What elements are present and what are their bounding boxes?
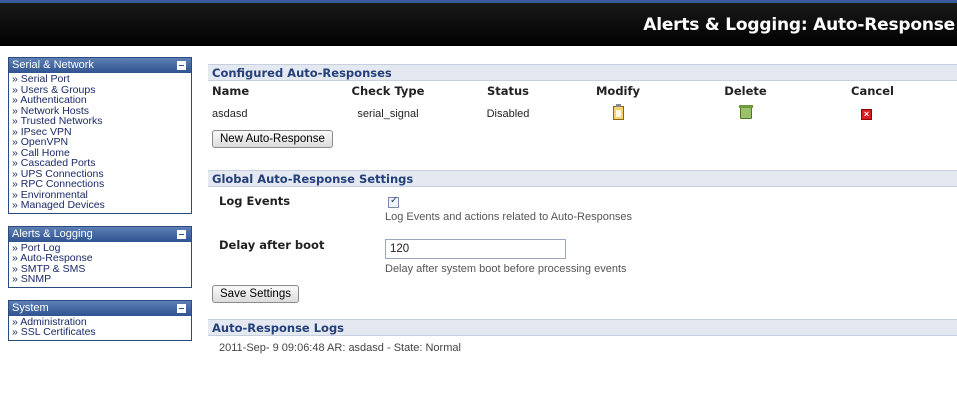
top-banner: Alerts & Logging: Auto-Response <box>0 0 957 46</box>
sidebar-item-cascaded-ports[interactable]: Cascaded Ports <box>12 158 188 169</box>
cell-status: Disabled <box>486 108 530 120</box>
log-list: 2011-Sep- 9 09:06:48 AR: asdasd - State:… <box>208 336 957 356</box>
sidebar-item-serial-port[interactable]: Serial Port <box>12 74 188 85</box>
collapse-icon[interactable] <box>177 229 186 239</box>
sidebar-item-auto-response[interactable]: Auto-Response <box>12 253 188 264</box>
trash-icon[interactable] <box>738 104 753 119</box>
nav-section-title: System <box>12 301 49 314</box>
nav-section-title: Alerts & Logging <box>12 227 93 240</box>
auto-response-table: Name Check Type Status Modify Delete Can… <box>208 81 957 127</box>
table-row: asdasd serial_signal Disabled × <box>208 101 957 127</box>
nav-section-header[interactable]: Serial & Network <box>9 58 191 73</box>
sidebar: Serial & Network Serial Port Users & Gro… <box>8 57 192 353</box>
nav-section-alerts-logging: Alerts & Logging Port Log Auto-Response … <box>8 225 192 288</box>
modify-icon[interactable] <box>612 103 624 120</box>
nav-section-header[interactable]: Alerts & Logging <box>9 226 191 242</box>
nav-section-header[interactable]: System <box>9 300 191 316</box>
cell-name: asdasd <box>212 108 248 120</box>
collapse-icon[interactable] <box>177 61 186 70</box>
delay-after-boot-input[interactable]: 120 <box>385 239 566 259</box>
sidebar-item-rpc-connections[interactable]: RPC Connections <box>12 179 188 190</box>
page-title: Alerts & Logging: Auto-Response <box>643 15 955 35</box>
sidebar-item-managed-devices[interactable]: Managed Devices <box>12 200 188 211</box>
delay-after-boot-description: Delay after system boot before processin… <box>385 263 627 275</box>
column-header-status: Status <box>486 84 530 98</box>
column-header-modify: Modify <box>595 84 641 98</box>
sidebar-item-ssl-certificates[interactable]: SSL Certificates <box>12 327 188 338</box>
sidebar-item-authentication[interactable]: Authentication <box>12 95 188 106</box>
sidebar-item-snmp[interactable]: SNMP <box>12 274 188 285</box>
global-settings-panel: Log Events Log Events and actions relate… <box>208 187 957 283</box>
column-header-check-type: Check Type <box>351 84 425 98</box>
close-icon[interactable]: × <box>861 109 872 120</box>
cell-check-type: serial_signal <box>357 108 419 120</box>
column-header-cancel: Cancel <box>851 84 894 98</box>
column-header-name: Name <box>212 84 250 98</box>
log-entry: 2011-Sep- 9 09:06:48 AR: asdasd - State:… <box>219 342 461 354</box>
new-auto-response-button[interactable]: New Auto-Response <box>212 130 333 148</box>
sidebar-item-openvpn[interactable]: OpenVPN <box>12 137 188 148</box>
section-header-logs: Auto-Response Logs <box>208 319 957 336</box>
log-events-label: Log Events <box>219 194 291 208</box>
nav-section-title: Serial & Network <box>12 59 94 71</box>
nav-section-serial-network: Serial & Network Serial Port Users & Gro… <box>8 57 192 214</box>
section-header-configured: Configured Auto-Responses <box>208 64 957 81</box>
section-header-global: Global Auto-Response Settings <box>208 170 957 187</box>
save-settings-button[interactable]: Save Settings <box>212 285 299 303</box>
log-events-checkbox[interactable] <box>388 195 399 208</box>
sidebar-item-trusted-networks[interactable]: Trusted Networks <box>12 116 188 127</box>
delay-after-boot-label: Delay after boot <box>219 238 325 252</box>
main-content: Configured Auto-Responses Name Check Typ… <box>208 64 957 356</box>
log-events-description: Log Events and actions related to Auto-R… <box>385 211 633 223</box>
collapse-icon[interactable] <box>177 303 186 313</box>
column-header-delete: Delete <box>724 84 767 98</box>
nav-section-system: System Administration SSL Certificates <box>8 299 192 341</box>
